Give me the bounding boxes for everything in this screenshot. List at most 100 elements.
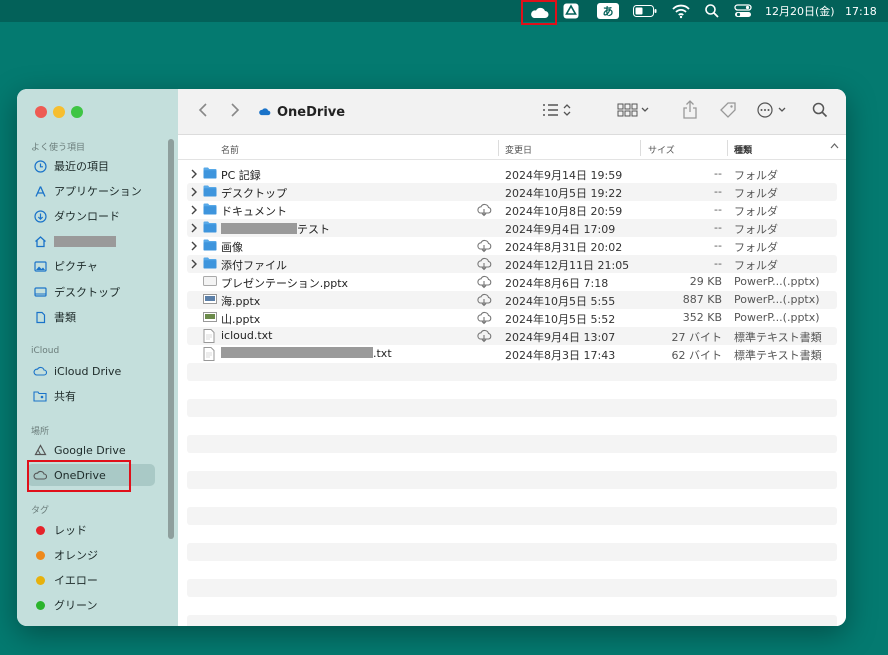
cloud-download-icon[interactable] <box>476 329 492 343</box>
share-icon[interactable] <box>682 100 698 120</box>
cloud-download-icon[interactable] <box>476 239 492 253</box>
disclosure-chevron-icon[interactable] <box>190 168 198 180</box>
search-icon[interactable] <box>812 102 828 118</box>
sidebar-tag-yellow[interactable]: イエロー <box>27 569 155 591</box>
tag-icon[interactable] <box>719 102 737 118</box>
cloud-icon <box>258 105 272 120</box>
file-kind: フォルダ <box>734 223 778 236</box>
column-name[interactable]: 名前 <box>221 143 239 156</box>
file-size: 62 バイト <box>671 349 723 362</box>
cloud-download-icon[interactable] <box>476 275 492 289</box>
cloud-download-icon[interactable] <box>476 311 492 325</box>
cloud-download-icon[interactable] <box>476 203 492 217</box>
redacted-text <box>221 347 373 358</box>
forward-button[interactable] <box>230 102 240 118</box>
disclosure-chevron-icon[interactable] <box>190 204 198 216</box>
sidebar-item-label: ダウンロード <box>54 210 120 223</box>
group-button[interactable] <box>617 102 651 118</box>
menubar-date[interactable]: 12月20日(金) <box>765 0 835 22</box>
table-row[interactable]: 海.pptx 2024年10月5日 5:55 887 KB PowerP...(.pp… <box>187 291 837 309</box>
table-row[interactable]: ドキュメント 2024年10月8日 20:59 -- フォルダ <box>187 201 837 219</box>
file-size: -- <box>714 167 722 180</box>
table-row[interactable]: PC 記録 2024年9月14日 19:59 -- フォルダ <box>187 165 837 183</box>
home-icon <box>33 234 47 248</box>
file-kind: PowerP...(.pptx) <box>734 293 820 306</box>
file-name: 海.pptx <box>221 295 261 308</box>
file-size: 352 KB <box>682 311 722 324</box>
disclosure-chevron-icon[interactable] <box>190 240 198 252</box>
sidebar-tag-orange[interactable]: オレンジ <box>27 544 155 566</box>
sidebar-scrollbar[interactable] <box>168 139 174 539</box>
cloud-download-icon[interactable] <box>476 257 492 271</box>
disclosure-chevron-icon[interactable] <box>190 186 198 198</box>
table-row[interactable]: 添付ファイル 2024年12月11日 21:05 -- フォルダ <box>187 255 837 273</box>
sidebar-item-label: iCloud Drive <box>54 364 122 378</box>
sidebar-item-applications[interactable]: アプリケーション <box>27 180 155 202</box>
spotlight-search-icon[interactable] <box>704 3 720 19</box>
file-modified: 2024年8月6日 7:18 <box>505 277 609 290</box>
empty-row <box>187 399 837 417</box>
sidebar-tag-green[interactable]: グリーン <box>27 594 155 616</box>
tag-green-dot <box>35 600 45 610</box>
table-row[interactable]: テスト 2024年9月4日 17:09 -- フォルダ <box>187 219 837 237</box>
file-modified: 2024年10月8日 20:59 <box>505 205 623 218</box>
table-row[interactable]: デスクトップ 2024年10月5日 19:22 -- フォルダ <box>187 183 837 201</box>
file-name: icloud.txt <box>221 329 273 342</box>
empty-row <box>187 381 837 399</box>
table-row[interactable]: icloud.txt 2024年9月4日 13:07 27 バイト 標準テキスト書類 <box>187 327 837 345</box>
sidebar-item-label: イエロー <box>54 574 98 587</box>
cloud-download-icon[interactable] <box>476 293 492 307</box>
folder-icon <box>203 167 217 180</box>
empty-row <box>187 489 837 507</box>
pptx-file-icon <box>203 275 217 288</box>
sidebar-item-label: 書類 <box>54 311 76 324</box>
close-button[interactable] <box>35 106 47 118</box>
table-row[interactable]: 画像 2024年8月31日 20:02 -- フォルダ <box>187 237 837 255</box>
back-button[interactable] <box>198 102 208 118</box>
disclosure-chevron-icon[interactable] <box>190 222 198 234</box>
input-method-icon[interactable]: あ <box>597 3 619 19</box>
file-size: 27 バイト <box>671 331 723 344</box>
file-modified: 2024年10月5日 5:52 <box>505 313 616 326</box>
onedrive-menubar-icon[interactable] <box>521 0 557 25</box>
column-kind[interactable]: 種類 <box>734 143 752 156</box>
folder-icon <box>203 257 217 270</box>
menubar-time[interactable]: 17:18 <box>845 0 877 22</box>
battery-icon[interactable] <box>633 5 657 17</box>
sidebar-item-home[interactable] <box>27 230 155 252</box>
view-list-button[interactable] <box>541 102 573 118</box>
sidebar-item-label: グリーン <box>54 599 98 612</box>
folder-icon <box>203 221 217 234</box>
sidebar-item-shared[interactable]: 共有 <box>27 385 155 407</box>
file-kind: フォルダ <box>734 259 778 272</box>
sidebar-item-documents[interactable]: 書類 <box>27 306 155 328</box>
control-center-icon[interactable] <box>734 3 752 19</box>
file-modified: 2024年8月3日 17:43 <box>505 349 616 362</box>
file-kind: 標準テキスト書類 <box>734 331 822 344</box>
minimize-button[interactable] <box>53 106 65 118</box>
tag-orange-dot <box>35 550 45 560</box>
empty-row <box>187 453 837 471</box>
empty-row <box>187 543 837 561</box>
google-drive-menubar-icon[interactable] <box>563 3 581 19</box>
sidebar-item-icloud-drive[interactable]: iCloud Drive <box>27 360 155 382</box>
file-name: ドキュメント <box>221 205 287 218</box>
more-actions-button[interactable] <box>756 102 790 118</box>
sidebar-tag-red[interactable]: レッド <box>27 519 155 541</box>
sidebar-item-desktop[interactable]: デスクトップ <box>27 281 155 303</box>
wifi-icon[interactable] <box>672 3 690 19</box>
sidebar-item-downloads[interactable]: ダウンロード <box>27 205 155 227</box>
disclosure-chevron-icon[interactable] <box>190 258 198 270</box>
zoom-button[interactable] <box>71 106 83 118</box>
table-row[interactable]: .txt 2024年8月3日 17:43 62 バイト 標準テキスト書類 <box>187 345 837 363</box>
sidebar-item-google-drive[interactable]: Google Drive <box>27 439 155 461</box>
sidebar-item-pictures[interactable]: ピクチャ <box>27 255 155 277</box>
file-modified: 2024年10月5日 19:22 <box>505 187 623 200</box>
column-size[interactable]: サイズ <box>648 143 675 156</box>
table-row[interactable]: プレゼンテーション.pptx 2024年8月6日 7:18 29 KB PowerP.… <box>187 273 837 291</box>
column-modified[interactable]: 変更日 <box>505 143 532 156</box>
table-row[interactable]: 山.pptx 2024年10月5日 5:52 352 KB PowerP...(.pp… <box>187 309 837 327</box>
file-kind: フォルダ <box>734 187 778 200</box>
sidebar-item-recents[interactable]: 最近の項目 <box>27 155 155 177</box>
sort-ascending-icon[interactable] <box>830 141 839 154</box>
